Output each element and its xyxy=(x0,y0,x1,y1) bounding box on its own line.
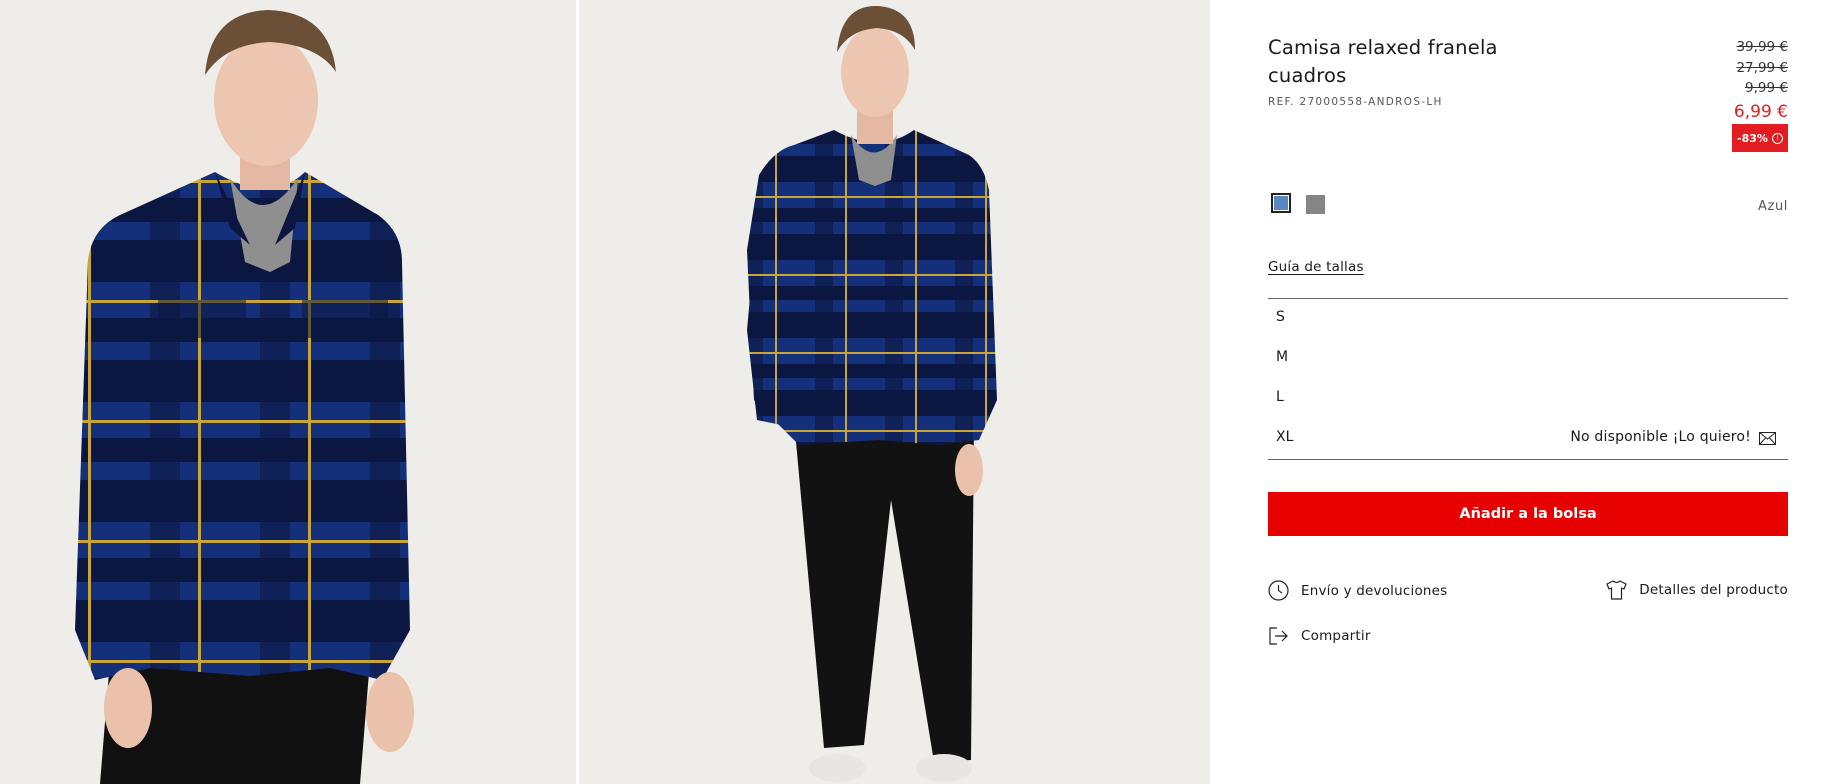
details-label: Detalles del producto xyxy=(1639,582,1788,598)
shipping-returns-link[interactable]: Envío y devoluciones xyxy=(1268,580,1447,601)
size-option-s[interactable]: S xyxy=(1268,298,1788,338)
shirt-icon xyxy=(1606,580,1627,600)
size-label: S xyxy=(1276,309,1285,325)
color-swatch-grey[interactable] xyxy=(1306,195,1325,214)
product-ref: REF. 27000558-ANDROS-LH xyxy=(1268,96,1443,108)
size-option-l[interactable]: L xyxy=(1268,378,1788,418)
size-guide-link[interactable]: Guía de tallas xyxy=(1268,259,1364,275)
shipping-label: Envío y devoluciones xyxy=(1301,582,1448,599)
product-photo-full xyxy=(579,0,1210,784)
share-link[interactable]: Compartir xyxy=(1268,626,1371,646)
product-image-front[interactable] xyxy=(0,0,576,784)
old-price-3: 9,99 € xyxy=(1745,80,1788,96)
size-label: XL xyxy=(1276,429,1294,445)
mail-icon[interactable] xyxy=(1759,432,1776,445)
old-price-2: 27,99 € xyxy=(1736,59,1788,76)
size-option-xl[interactable]: XL No disponible ¡Lo quiero! xyxy=(1268,418,1788,458)
old-price-1: 39,99 € xyxy=(1736,39,1788,55)
product-title: Camisa relaxed franela cuadros xyxy=(1268,36,1498,87)
divider-bottom xyxy=(1268,459,1788,460)
color-swatch-blue[interactable] xyxy=(1271,193,1291,213)
product-details-panel: Camisa relaxed franela cuadros REF. 2700… xyxy=(1268,0,1788,784)
product-image-full[interactable] xyxy=(579,0,1210,784)
product-photo-front xyxy=(0,0,576,784)
size-unavailable-notice[interactable]: No disponible ¡Lo quiero! xyxy=(1570,429,1751,445)
swatch-fill xyxy=(1274,196,1288,210)
info-icon: i xyxy=(1771,132,1783,144)
size-option-m[interactable]: M xyxy=(1268,338,1788,378)
price-block: 39,99 € 27,99 € 9,99 € 6,99 € xyxy=(1734,37,1788,125)
product-details-link[interactable]: Detalles del producto xyxy=(1606,580,1788,600)
discount-label: -83% xyxy=(1737,131,1768,145)
discount-badge[interactable]: -83% i xyxy=(1732,124,1788,152)
current-price: 6,99 € xyxy=(1733,101,1788,122)
share-label: Compartir xyxy=(1301,628,1371,644)
clock-icon xyxy=(1268,580,1289,601)
share-icon xyxy=(1269,627,1288,645)
size-label: L xyxy=(1276,389,1284,405)
add-to-bag-button[interactable]: Añadir a la bolsa xyxy=(1268,492,1788,536)
selected-color-label: Azul xyxy=(1758,199,1788,214)
size-label: M xyxy=(1276,349,1289,365)
